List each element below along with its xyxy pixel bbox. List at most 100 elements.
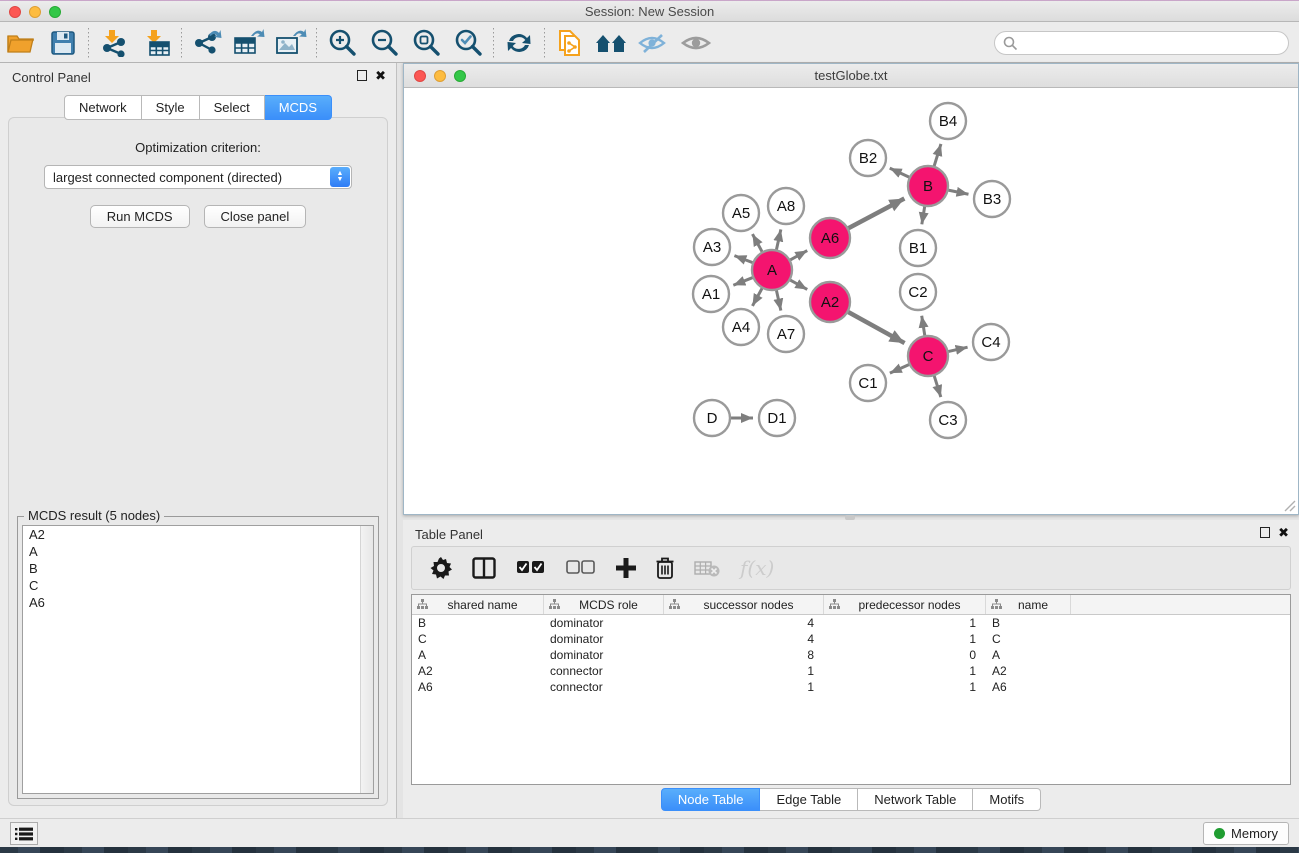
zoom-selected-button[interactable]: [447, 26, 489, 60]
table-cell[interactable]: C: [412, 631, 544, 647]
table-cell[interactable]: 1: [664, 679, 824, 695]
edge-C-C3[interactable]: [934, 375, 941, 397]
table-cell[interactable]: 1: [824, 631, 986, 647]
column-header-MCDS-role[interactable]: MCDS role: [544, 595, 664, 614]
edge-A-A5[interactable]: [752, 234, 762, 252]
close-panel-icon[interactable]: ✖: [1278, 527, 1289, 538]
table-cell[interactable]: B: [412, 615, 544, 631]
tab-edge-table[interactable]: Edge Table: [760, 788, 858, 811]
table-cell[interactable]: 1: [824, 663, 986, 679]
table-cell[interactable]: 1: [824, 679, 986, 695]
table-cell[interactable]: 4: [664, 615, 824, 631]
table-row[interactable]: A6connector11A6: [412, 679, 1290, 695]
table-cell[interactable]: A6: [986, 679, 1071, 695]
table-cell[interactable]: 8: [664, 647, 824, 663]
tab-network[interactable]: Network: [64, 95, 142, 120]
edge-C-C1[interactable]: [890, 364, 910, 373]
optimization-criterion-select[interactable]: largest connected component (directed) ▲…: [44, 165, 352, 189]
float-panel-icon[interactable]: [357, 70, 367, 81]
table-cell[interactable]: connector: [544, 679, 664, 695]
function-builder-button[interactable]: f(x): [740, 556, 774, 580]
copy-network-button[interactable]: [549, 26, 591, 60]
edge-A-A2[interactable]: [790, 280, 808, 290]
edge-A-A6[interactable]: [790, 251, 808, 261]
resize-grip[interactable]: [1282, 498, 1296, 512]
tab-select[interactable]: Select: [200, 95, 265, 120]
save-session-button[interactable]: [42, 26, 84, 60]
column-header-successor-nodes[interactable]: successor nodes: [664, 595, 824, 614]
delete-column-button[interactable]: [656, 557, 674, 579]
table-cell[interactable]: 1: [824, 615, 986, 631]
edge-A-A7[interactable]: [776, 290, 781, 311]
tab-style[interactable]: Style: [142, 95, 200, 120]
table-cell[interactable]: connector: [544, 663, 664, 679]
edge-C-C2[interactable]: [922, 316, 925, 337]
table-cell[interactable]: 0: [824, 647, 986, 663]
add-column-button[interactable]: [616, 558, 636, 578]
network-window-titlebar[interactable]: testGlobe.txt: [404, 64, 1298, 88]
export-image-button[interactable]: [270, 26, 312, 60]
mcds-result-item[interactable]: A: [23, 543, 373, 560]
search-input[interactable]: [994, 31, 1289, 55]
mcds-result-item[interactable]: B: [23, 560, 373, 577]
table-cell[interactable]: A2: [412, 663, 544, 679]
mcds-result-item[interactable]: A2: [23, 526, 373, 543]
table-cell[interactable]: A: [986, 647, 1071, 663]
show-panels-button[interactable]: [10, 822, 38, 845]
tab-mcds[interactable]: MCDS: [265, 95, 332, 120]
table-cell[interactable]: B: [986, 615, 1071, 631]
run-mcds-button[interactable]: Run MCDS: [90, 205, 190, 228]
column-header-shared-name[interactable]: shared name: [412, 595, 544, 614]
hide-selected-button[interactable]: [633, 26, 675, 60]
import-table-button[interactable]: [135, 26, 177, 60]
mcds-result-item[interactable]: C: [23, 577, 373, 594]
split-panel-button[interactable]: [472, 557, 496, 579]
edge-B-B3[interactable]: [948, 190, 969, 194]
edge-C-C4[interactable]: [948, 347, 968, 351]
table-row[interactable]: Adominator80A: [412, 647, 1290, 663]
scrollbar[interactable]: [360, 526, 373, 793]
import-network-button[interactable]: [93, 26, 135, 60]
edge-A2-C[interactable]: [848, 312, 905, 343]
table-cell[interactable]: 4: [664, 631, 824, 647]
close-panel-button[interactable]: Close panel: [204, 205, 307, 228]
node-table[interactable]: shared nameMCDS rolesuccessor nodesprede…: [411, 594, 1291, 785]
table-cell[interactable]: A6: [412, 679, 544, 695]
edge-A6-B[interactable]: [848, 199, 905, 229]
export-network-button[interactable]: [186, 26, 228, 60]
export-table-button[interactable]: [228, 26, 270, 60]
column-header-predecessor-nodes[interactable]: predecessor nodes: [824, 595, 986, 614]
table-row[interactable]: Cdominator41C: [412, 631, 1290, 647]
edge-B-B4[interactable]: [934, 144, 941, 167]
zoom-in-button[interactable]: [321, 26, 363, 60]
table-settings-button[interactable]: [430, 557, 452, 579]
edge-A-A4[interactable]: [752, 288, 762, 306]
edge-A-A3[interactable]: [734, 256, 753, 263]
table-cell[interactable]: C: [986, 631, 1071, 647]
table-row[interactable]: A2connector11A2: [412, 663, 1290, 679]
refresh-button[interactable]: [498, 26, 540, 60]
float-panel-icon[interactable]: [1260, 527, 1270, 538]
table-cell[interactable]: A: [412, 647, 544, 663]
tab-network-table[interactable]: Network Table: [858, 788, 973, 811]
mcds-result-item[interactable]: A6: [23, 594, 373, 611]
close-panel-icon[interactable]: ✖: [375, 70, 386, 81]
open-session-button[interactable]: [0, 26, 42, 60]
edge-B-B2[interactable]: [890, 168, 910, 177]
home-button[interactable]: [591, 26, 633, 60]
table-cell[interactable]: dominator: [544, 631, 664, 647]
edge-B-B1[interactable]: [922, 206, 925, 225]
table-cell[interactable]: dominator: [544, 647, 664, 663]
table-row[interactable]: Bdominator41B: [412, 615, 1290, 631]
edge-A-A1[interactable]: [733, 277, 753, 285]
zoom-fit-button[interactable]: [405, 26, 447, 60]
deselect-all-button[interactable]: [566, 560, 596, 576]
tab-node-table[interactable]: Node Table: [661, 788, 761, 811]
zoom-out-button[interactable]: [363, 26, 405, 60]
column-header-name[interactable]: name: [986, 595, 1071, 614]
table-cell[interactable]: A2: [986, 663, 1071, 679]
table-cell[interactable]: 1: [664, 663, 824, 679]
table-cell[interactable]: dominator: [544, 615, 664, 631]
delete-table-button[interactable]: [694, 559, 720, 577]
show-all-button[interactable]: [675, 26, 717, 60]
